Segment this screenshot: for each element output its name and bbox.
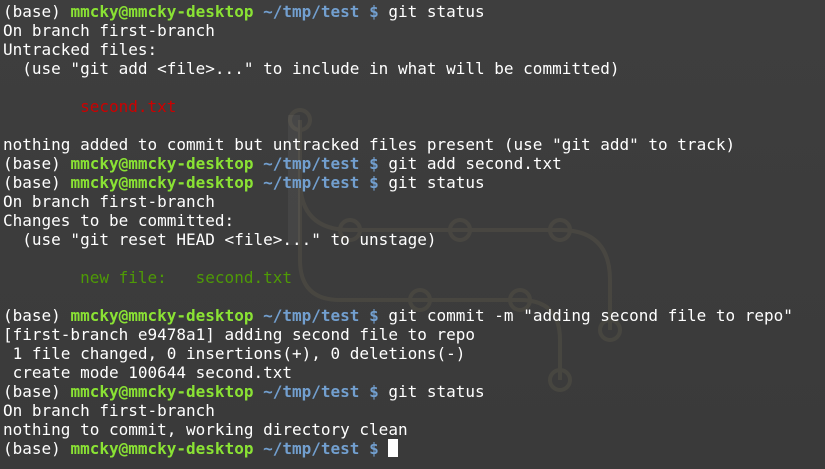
prompt-line: (base) mmcky@mmcky-desktop ~/tmp/test $ …	[3, 2, 793, 21]
working-directory: ~/tmp/test	[253, 2, 360, 21]
output-text: new file: second.txt	[3, 268, 292, 287]
output-line: create mode 100644 second.txt	[3, 363, 793, 382]
output-line: (use "git add <file>..." to include in w…	[3, 59, 793, 78]
command-text: git status	[378, 382, 485, 401]
prompt-symbol: $	[359, 382, 379, 401]
command-text: git status	[378, 2, 485, 21]
output-text: nothing added to commit but untracked fi…	[3, 135, 736, 154]
output-text: On branch first-branch	[3, 21, 215, 40]
output-line: nothing added to commit but untracked fi…	[3, 135, 793, 154]
output-line: On branch first-branch	[3, 401, 793, 420]
output-text: Changes to be committed:	[3, 211, 235, 230]
conda-env-label: (base)	[3, 439, 71, 458]
working-directory: ~/tmp/test	[253, 382, 360, 401]
output-line: On branch first-branch	[3, 21, 793, 40]
prompt-symbol: $	[359, 306, 379, 325]
untracked-file-line: second.txt	[3, 97, 793, 116]
output-text: On branch first-branch	[3, 401, 215, 420]
output-text: On branch first-branch	[3, 192, 215, 211]
prompt-symbol: $	[359, 2, 379, 21]
prompt-symbol: $	[359, 439, 379, 458]
user-host: mmcky@mmcky-desktop	[70, 439, 254, 458]
output-text: (use "git reset HEAD <file>..." to unsta…	[3, 230, 437, 249]
conda-env-label: (base)	[3, 306, 71, 325]
user-host: mmcky@mmcky-desktop	[70, 382, 254, 401]
prompt-line: (base) mmcky@mmcky-desktop ~/tmp/test $	[3, 439, 793, 458]
command-text: git add second.txt	[378, 154, 562, 173]
conda-env-label: (base)	[3, 382, 71, 401]
command-text: git status	[378, 173, 485, 192]
output-text: create mode 100644 second.txt	[3, 363, 292, 382]
output-line: (use "git reset HEAD <file>..." to unsta…	[3, 230, 793, 249]
prompt-line: (base) mmcky@mmcky-desktop ~/tmp/test $ …	[3, 382, 793, 401]
command-text: git commit -m "adding second file to rep…	[378, 306, 793, 325]
user-host: mmcky@mmcky-desktop	[70, 154, 254, 173]
output-text: 1 file changed, 0 insertions(+), 0 delet…	[3, 344, 466, 363]
terminal-output: (base) mmcky@mmcky-desktop ~/tmp/test $ …	[3, 2, 793, 458]
output-line: Changes to be committed:	[3, 211, 793, 230]
output-text: nothing to commit, working directory cle…	[3, 420, 408, 439]
working-directory: ~/tmp/test	[253, 173, 360, 192]
prompt-line: (base) mmcky@mmcky-desktop ~/tmp/test $ …	[3, 173, 793, 192]
output-line: On branch first-branch	[3, 192, 793, 211]
prompt-symbol: $	[359, 173, 379, 192]
working-directory: ~/tmp/test	[253, 306, 360, 325]
prompt-line: (base) mmcky@mmcky-desktop ~/tmp/test $ …	[3, 154, 793, 173]
output-line: Untracked files:	[3, 40, 793, 59]
output-line: nothing to commit, working directory cle…	[3, 420, 793, 439]
command-text	[379, 439, 389, 458]
conda-env-label: (base)	[3, 154, 71, 173]
user-host: mmcky@mmcky-desktop	[70, 2, 254, 21]
output-text: (use "git add <file>..." to include in w…	[3, 59, 620, 78]
output-line: [first-branch e9478a1] adding second fil…	[3, 325, 793, 344]
staged-file-line: new file: second.txt	[3, 268, 793, 287]
working-directory: ~/tmp/test	[253, 154, 360, 173]
conda-env-label: (base)	[3, 173, 71, 192]
user-host: mmcky@mmcky-desktop	[70, 306, 254, 325]
prompt-symbol: $	[359, 154, 379, 173]
working-directory: ~/tmp/test	[253, 439, 360, 458]
output-line: 1 file changed, 0 insertions(+), 0 delet…	[3, 344, 793, 363]
user-host: mmcky@mmcky-desktop	[70, 173, 254, 192]
text-cursor[interactable]	[388, 439, 399, 457]
output-text: Untracked files:	[3, 40, 158, 59]
terminal-window[interactable]: (base) mmcky@mmcky-desktop ~/tmp/test $ …	[0, 0, 825, 469]
output-text: [first-branch e9478a1] adding second fil…	[3, 325, 476, 344]
conda-env-label: (base)	[3, 2, 71, 21]
output-text: second.txt	[3, 97, 177, 116]
prompt-line: (base) mmcky@mmcky-desktop ~/tmp/test $ …	[3, 306, 793, 325]
